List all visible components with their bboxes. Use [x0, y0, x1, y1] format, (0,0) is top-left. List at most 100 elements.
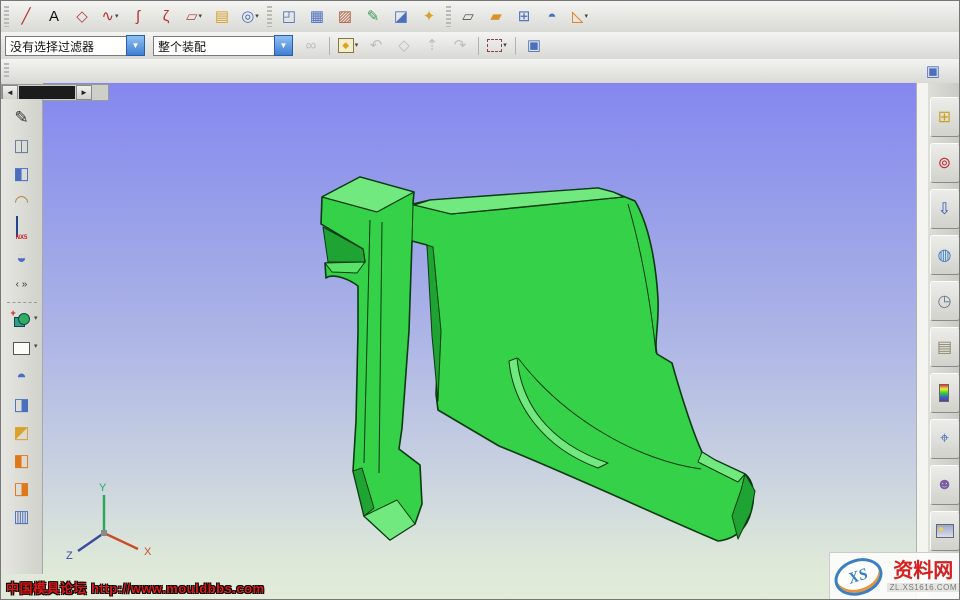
sketch-edit-icon[interactable]: ✎	[7, 103, 37, 131]
work-layer-icon[interactable]: ▣	[521, 34, 547, 58]
unite-icon[interactable]: ◧	[7, 446, 37, 474]
offset-surface-icon[interactable]: ⊞	[511, 5, 537, 29]
web-browser-tab[interactable]: ◍	[930, 235, 960, 275]
scroll-left-button[interactable]: ◄	[2, 85, 18, 100]
wireframe-view-icon[interactable]: ◫	[7, 131, 37, 159]
sheet-body-icon[interactable]: ▱	[455, 5, 481, 29]
shaded-view-icon[interactable]: ◧	[7, 159, 37, 187]
hole-feature-icon[interactable]: ◩	[7, 418, 37, 446]
ruled-surface-icon[interactable]: ◰	[276, 5, 302, 29]
toolbar-separator	[329, 37, 330, 55]
profile-icon-glyph: ◇	[76, 9, 88, 24]
studio-spline-icon[interactable]: ✎	[360, 5, 386, 29]
assembly-scope-combo[interactable]: 整个装配 ▼	[153, 35, 293, 56]
visualization-tab-glyph	[939, 384, 949, 402]
subtract-icon[interactable]: ◨	[7, 474, 37, 502]
trimmed-sheet-icon[interactable]: ◪	[388, 5, 414, 29]
dropdown-arrow-icon[interactable]: ▾	[255, 13, 259, 20]
materials-tab[interactable]: ▤	[930, 327, 960, 367]
bookmark-icon[interactable]: ▥	[7, 502, 37, 530]
window-tools-group: ▣	[919, 59, 947, 83]
pocket-icon[interactable]: ▤	[209, 5, 235, 29]
cylinder-icon-glyph: ◎	[241, 9, 254, 24]
scene-tab[interactable]	[930, 511, 960, 551]
sketch-icon[interactable]: +▾	[7, 306, 37, 334]
draft-body-icon[interactable]: ◺▾	[567, 5, 593, 29]
visualization-tab[interactable]	[930, 373, 960, 413]
dome-feature-icon[interactable]: ◓	[7, 362, 37, 390]
hole-feature-icon-glyph: ◩	[13, 424, 29, 441]
combo-dropdown-arrow[interactable]: ▼	[126, 35, 145, 56]
history-tab[interactable]: ◷	[930, 281, 960, 321]
text-icon[interactable]: A	[41, 5, 67, 29]
selection-rectangle-icon[interactable]: ▾	[484, 34, 510, 58]
scroll-right-button[interactable]: ►	[76, 85, 92, 100]
toolbar-scroll-chevrons[interactable]: ‹ »	[7, 271, 37, 299]
snap-point-icon[interactable]: ◆▾	[335, 34, 361, 58]
toolbar-grip[interactable]	[267, 6, 272, 28]
wireframe-view-icon-glyph: ◫	[13, 137, 29, 154]
zoom-fit-icon[interactable]: ⇡	[419, 34, 445, 58]
materials-tab-glyph: ▤	[937, 337, 952, 357]
through-curves-icon-glyph: ▨	[338, 9, 352, 24]
sheet-tools-group: ▱▰ ⊞ ◓◺▾	[454, 5, 594, 29]
dropdown-arrow-icon[interactable]: ▾	[34, 343, 38, 350]
text-icon-glyph: A	[49, 9, 59, 24]
sheet-view-icon[interactable]: ◠	[7, 187, 37, 215]
trimmed-sheet-icon-glyph: ◪	[394, 9, 408, 24]
offset-surface-icon-glyph: ⊞	[518, 9, 531, 24]
facet-view-icon-glyph: ◒	[16, 249, 26, 266]
datum-plane-icon-glyph: ▱	[186, 9, 198, 24]
scrollbar-thumb[interactable]	[19, 86, 75, 99]
curve-tools-group: ╱A◇∿▾ʃζ▱▾▤◎▾	[12, 5, 264, 29]
subtract-icon-glyph: ◨	[13, 480, 29, 497]
graphics-viewport[interactable]	[43, 83, 916, 600]
profile-icon[interactable]: ◇	[69, 5, 95, 29]
xs-logo: XS	[830, 552, 887, 600]
dome-surface-icon[interactable]: ◓	[539, 5, 565, 29]
interpart-link-icon[interactable]: ∞	[298, 34, 324, 58]
extrude-icon[interactable]: ◨	[7, 390, 37, 418]
curve-icon[interactable]: ʃ	[125, 5, 151, 29]
dropdown-arrow-icon[interactable]: ▾	[503, 42, 507, 49]
assembly-navigator-tab[interactable]: ⊞	[930, 97, 960, 137]
selection-tools-group: ∞◆▾↶◇⇡↷▾▣	[297, 34, 548, 58]
mesh-surface-icon[interactable]: ▦	[304, 5, 330, 29]
cylinder-icon[interactable]: ◎▾	[237, 5, 263, 29]
restore-window-icon[interactable]: ▣	[920, 59, 946, 83]
undo-icon[interactable]: ↶	[363, 34, 389, 58]
nx5-render-style-icon[interactable]: NX5	[7, 215, 37, 243]
scene-tab-glyph	[936, 524, 954, 538]
rotate-view-icon[interactable]: ↷	[447, 34, 473, 58]
constraint-navigator-tab[interactable]: ⊚	[930, 143, 960, 183]
toolbar-grip[interactable]	[4, 63, 9, 80]
swept-surface-icon[interactable]: ✦	[416, 5, 442, 29]
orient-view-icon[interactable]: ◇	[391, 34, 417, 58]
dropdown-arrow-icon[interactable]: ▾	[585, 13, 589, 20]
dropdown-arrow-icon[interactable]: ▾	[34, 315, 38, 322]
dropdown-arrow-icon[interactable]: ▾	[355, 42, 359, 49]
combo-dropdown-arrow[interactable]: ▼	[274, 35, 293, 56]
dropdown-arrow-icon[interactable]: ▾	[199, 13, 203, 20]
through-curves-icon[interactable]: ▨	[332, 5, 358, 29]
rectangle-tool-icon[interactable]: ▾	[7, 334, 37, 362]
analysis-tab[interactable]: ⌖	[930, 419, 960, 459]
toolbar-grip[interactable]	[4, 6, 9, 28]
datum-plane-icon[interactable]: ▱▾	[181, 5, 207, 29]
toolbar-grip[interactable]	[446, 6, 451, 28]
view-feature-toolbar: ✎◫◧◠NX5◒‹ »+▾▾◓◨◩◧◨▥	[1, 99, 43, 574]
wrap-surface-icon[interactable]: ▰	[483, 5, 509, 29]
analysis-tab-glyph: ⌖	[940, 430, 949, 448]
roles-tab[interactable]: ☻	[930, 465, 960, 505]
spline-icon-glyph: ∿	[101, 9, 114, 24]
dropdown-arrow-icon[interactable]: ▾	[115, 13, 119, 20]
selection-filter-combo[interactable]: 没有选择过滤器 ▼	[5, 35, 145, 56]
assembly-navigator-tab-glyph: ⊞	[938, 107, 951, 127]
part-navigator-tab[interactable]: ⇩	[930, 189, 960, 229]
spline-icon[interactable]: ∿▾	[97, 5, 123, 29]
shaded-view-icon-glyph: ◧	[13, 165, 29, 182]
facet-view-icon[interactable]: ◒	[7, 243, 37, 271]
snap-point-icon-glyph: ◆	[338, 38, 354, 53]
conic-curve-icon[interactable]: ζ	[153, 5, 179, 29]
line-icon[interactable]: ╱	[13, 5, 39, 29]
